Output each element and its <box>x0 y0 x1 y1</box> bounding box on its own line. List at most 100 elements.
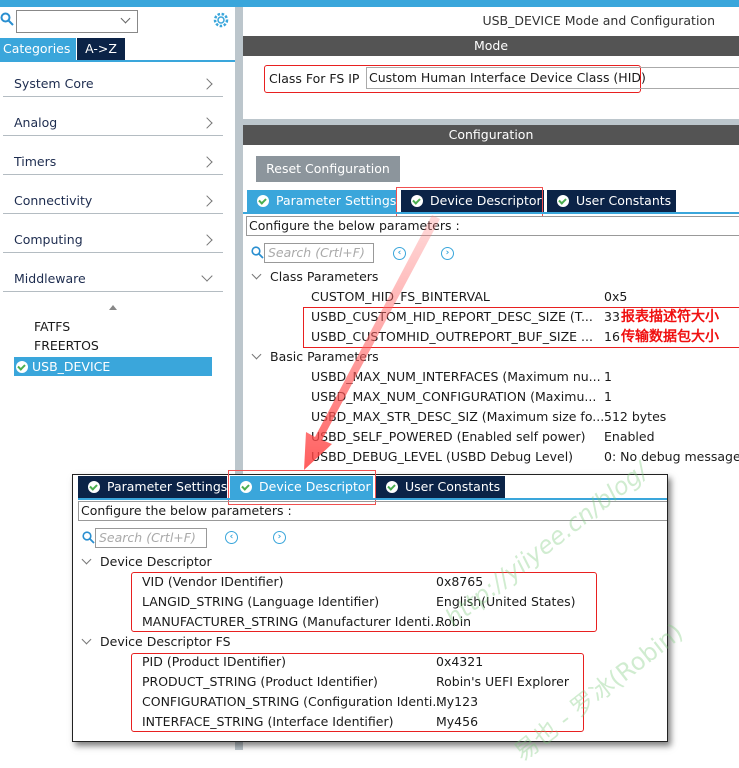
tab-user-constants[interactable]: User Constants <box>547 190 676 212</box>
group-label: Device Descriptor <box>100 554 212 569</box>
category-label: Computing <box>14 232 83 247</box>
chevron-down-icon[interactable] <box>120 13 131 24</box>
previous-icon[interactable]: ‹ <box>393 247 406 260</box>
category-computing[interactable]: Computing <box>3 221 223 253</box>
category-label: System Core <box>14 76 94 91</box>
param-name[interactable]: PRODUCT_STRING (Product Identifier) <box>142 672 378 692</box>
category-analog[interactable]: Analog <box>3 104 223 136</box>
param-name[interactable]: INTERFACE_STRING (Interface Identifier) <box>142 712 393 732</box>
category-label: Connectivity <box>14 193 93 208</box>
chevron-right-icon <box>201 234 213 246</box>
group-basic-parameters[interactable]: Basic Parameters <box>249 347 379 367</box>
category-system-core[interactable]: System Core <box>3 65 223 97</box>
next-icon[interactable]: › <box>441 247 454 260</box>
mode-bar: Mode <box>243 36 739 56</box>
param-value[interactable]: 0x4321 <box>436 652 483 672</box>
tab-parameter-settings[interactable]: Parameter Settings <box>78 476 227 498</box>
check-icon <box>88 481 100 493</box>
param-value[interactable]: Robin <box>436 612 471 632</box>
param-value[interactable]: 512 bytes <box>604 407 666 427</box>
check-icon <box>557 195 569 207</box>
group-class-parameters[interactable]: Class Parameters <box>249 267 378 287</box>
class-select[interactable]: Custom Human Interface Device Class (HID… <box>366 67 739 89</box>
param-name[interactable]: USBD_DEBUG_LEVEL (USBD Debug Level) <box>311 447 573 467</box>
middleware-item-usb-device[interactable]: USB_DEVICE <box>14 357 212 376</box>
param-name[interactable]: USBD_MAX_STR_DESC_SIZ (Maximum size fo..… <box>311 407 604 427</box>
gear-icon[interactable] <box>212 11 230 29</box>
search-icon <box>251 246 264 259</box>
category-middleware[interactable]: Middleware <box>3 260 223 292</box>
chevron-down-icon <box>251 349 262 360</box>
param-value[interactable]: My456 <box>436 712 478 732</box>
class-label: Class For FS IP <box>269 71 360 86</box>
chevron-down-icon <box>81 634 92 645</box>
middleware-item-freertos[interactable]: FREERTOS <box>34 338 99 353</box>
check-icon <box>386 481 398 493</box>
chevron-right-icon <box>201 78 213 90</box>
chevron-right-icon <box>201 156 213 168</box>
category-connectivity[interactable]: Connectivity <box>3 182 223 214</box>
top-accent-bar <box>0 0 739 7</box>
check-icon <box>16 360 28 373</box>
configuration-bar: Configuration <box>243 125 739 145</box>
param-name[interactable]: CONFIGURATION_STRING (Configuration Iden… <box>142 692 444 712</box>
page-title: USB_DEVICE Mode and Configuration <box>482 13 715 28</box>
param-name[interactable]: MANUFACTURER_STRING (Manufacturer Identi… <box>142 612 442 632</box>
chevron-right-icon <box>201 195 213 207</box>
group-device-descriptor[interactable]: Device Descriptor <box>79 552 212 572</box>
param-value[interactable]: English(United States) <box>436 592 576 612</box>
tab-a-z[interactable]: A->Z <box>77 38 125 60</box>
param-name[interactable]: USBD_CUSTOM_HID_REPORT_DESC_SIZE (T... <box>311 307 593 327</box>
param-name[interactable]: USBD_CUSTOMHID_OUTREPORT_BUF_SIZE ... <box>311 327 593 347</box>
device-descriptor-popup: Parameter Settings Device Descriptor Use… <box>72 470 668 742</box>
param-name[interactable]: LANGID_STRING (Language Identifier) <box>142 592 379 612</box>
search-icon <box>82 531 95 544</box>
check-icon <box>257 195 269 207</box>
param-value[interactable]: Enabled <box>604 427 655 447</box>
param-value[interactable]: 33 <box>604 307 620 327</box>
tab-label: Parameter Settings <box>276 193 397 208</box>
configure-hint: Configure the below parameters : <box>246 216 739 236</box>
chevron-down-icon <box>251 269 262 280</box>
param-search-input[interactable]: Search (Crtl+F) <box>95 528 207 548</box>
param-value[interactable]: 16 <box>604 327 620 347</box>
next-icon[interactable]: › <box>273 531 286 544</box>
tab-categories[interactable]: Categories <box>0 38 76 60</box>
param-search-input[interactable]: Search (Crtl+F) <box>264 243 374 263</box>
param-name[interactable]: PID (Product IDentifier) <box>142 652 286 672</box>
param-value[interactable]: My123 <box>436 692 478 712</box>
tab-label: User Constants <box>405 479 501 494</box>
group-device-descriptor-fs[interactable]: Device Descriptor FS <box>79 632 231 652</box>
tab-underline <box>243 212 739 214</box>
category-timers[interactable]: Timers <box>3 143 223 175</box>
param-name[interactable]: CUSTOM_HID_FS_BINTERVAL <box>311 287 490 307</box>
tab-user-constants[interactable]: User Constants <box>376 476 505 498</box>
chevron-down-icon <box>201 270 213 282</box>
param-value[interactable]: 1 <box>604 367 612 387</box>
chevron-down-icon <box>81 554 92 565</box>
reset-configuration-button[interactable]: Reset Configuration <box>256 156 400 182</box>
category-label: Middleware <box>14 271 86 286</box>
param-value[interactable]: 1 <box>604 387 612 407</box>
param-name[interactable]: USBD_MAX_NUM_INTERFACES (Maximum nu... <box>311 367 601 387</box>
param-name[interactable]: USBD_SELF_POWERED (Enabled self power) <box>311 427 586 447</box>
group-label: Device Descriptor FS <box>100 634 231 649</box>
previous-icon[interactable]: ‹ <box>225 531 238 544</box>
category-label: Analog <box>14 115 58 130</box>
annotation-note: 报表描述符大小 <box>621 309 719 325</box>
annotation-note: 传输数据包大小 <box>621 329 719 345</box>
param-value[interactable]: Robin's UEFI Explorer <box>436 672 569 692</box>
param-value[interactable]: 0x5 <box>604 287 627 307</box>
category-label: Timers <box>14 154 57 169</box>
param-name[interactable]: USBD_MAX_NUM_CONFIGURATION (Maximu... <box>311 387 596 407</box>
param-value[interactable]: 0: No debug message <box>604 447 739 467</box>
middleware-item-fatfs[interactable]: FATFS <box>34 319 70 334</box>
search-icon <box>0 12 14 26</box>
tab-parameter-settings[interactable]: Parameter Settings <box>247 190 397 212</box>
group-label: Class Parameters <box>270 269 379 284</box>
category-search-combo[interactable] <box>16 10 138 33</box>
param-value[interactable]: 0x8765 <box>436 572 483 592</box>
sort-arrow-icon[interactable] <box>109 305 117 310</box>
param-name[interactable]: VID (Vendor IDentifier) <box>142 572 283 592</box>
chevron-right-icon <box>201 117 213 129</box>
